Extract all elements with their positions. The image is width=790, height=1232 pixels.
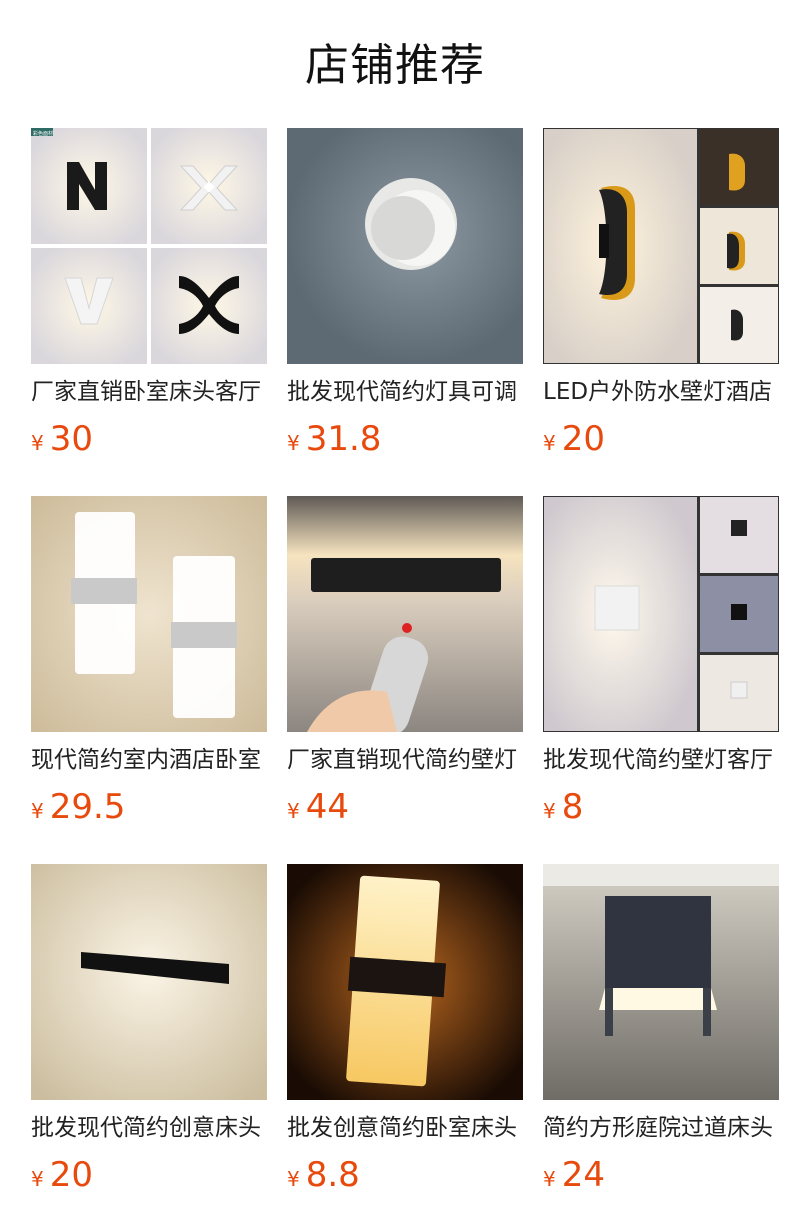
- product-image[interactable]: [287, 128, 523, 364]
- price-amount: 24: [561, 1155, 605, 1195]
- price-amount: 20: [49, 1155, 93, 1195]
- product-price: ¥30: [31, 418, 93, 460]
- price-amount: 31.8: [305, 419, 382, 459]
- product-card[interactable]: 批发创意简约卧室床头 ¥8.8: [287, 864, 523, 1204]
- product-title[interactable]: 简约方形庭院过道床头: [543, 1110, 779, 1146]
- product-title[interactable]: 厂家直销现代简约壁灯: [287, 742, 523, 778]
- product-card[interactable]: 批发现代简约创意床头 ¥20: [31, 864, 267, 1204]
- product-price: ¥20: [543, 418, 605, 460]
- product-card[interactable]: 厂家直销现代简约壁灯 ¥44: [287, 496, 523, 836]
- currency-symbol: ¥: [287, 799, 300, 823]
- product-price: ¥8: [543, 786, 583, 828]
- product-image[interactable]: [543, 128, 779, 364]
- product-price: ¥44: [287, 786, 349, 828]
- product-image[interactable]: 彩色面材: [31, 128, 267, 364]
- price-amount: 8.8: [305, 1155, 360, 1195]
- currency-symbol: ¥: [543, 1167, 556, 1191]
- product-card[interactable]: LED户外防水壁灯酒店 ¥20: [543, 128, 779, 468]
- product-image[interactable]: [287, 864, 523, 1100]
- product-image[interactable]: [287, 496, 523, 732]
- product-card[interactable]: 现代简约室内酒店卧室 ¥29.5: [31, 496, 267, 836]
- product-image[interactable]: [31, 496, 267, 732]
- currency-symbol: ¥: [543, 431, 556, 455]
- product-title[interactable]: 批发现代简约壁灯客厅: [543, 742, 779, 778]
- product-title[interactable]: 批发现代简约创意床头: [31, 1110, 267, 1146]
- price-amount: 29.5: [49, 787, 126, 827]
- currency-symbol: ¥: [31, 799, 44, 823]
- product-card[interactable]: 批发现代简约灯具可调 ¥31.8: [287, 128, 523, 468]
- product-image[interactable]: [543, 864, 779, 1100]
- page-title: 店铺推荐: [305, 40, 485, 91]
- price-amount: 30: [49, 419, 93, 459]
- currency-symbol: ¥: [31, 431, 44, 455]
- product-price: ¥8.8: [287, 1154, 360, 1196]
- product-price: ¥20: [31, 1154, 93, 1196]
- product-card[interactable]: 彩色面材 厂家直销卧室床头客厅 ¥30: [31, 128, 267, 468]
- svg-text:彩色面材: 彩色面材: [33, 130, 53, 137]
- product-title[interactable]: 厂家直销卧室床头客厅: [31, 374, 267, 410]
- price-amount: 20: [561, 419, 605, 459]
- currency-symbol: ¥: [543, 799, 556, 823]
- product-image[interactable]: [543, 496, 779, 732]
- price-amount: 8: [561, 787, 584, 827]
- product-title[interactable]: 现代简约室内酒店卧室: [31, 742, 267, 778]
- product-price: ¥24: [543, 1154, 605, 1196]
- price-amount: 44: [305, 787, 349, 827]
- currency-symbol: ¥: [287, 431, 300, 455]
- product-price: ¥31.8: [287, 418, 381, 460]
- product-card[interactable]: 批发现代简约壁灯客厅 ¥8: [543, 496, 779, 836]
- currency-symbol: ¥: [287, 1167, 300, 1191]
- currency-symbol: ¥: [31, 1167, 44, 1191]
- product-image[interactable]: [31, 864, 267, 1100]
- product-price: ¥29.5: [31, 786, 125, 828]
- product-title[interactable]: 批发现代简约灯具可调: [287, 374, 523, 410]
- product-card[interactable]: 简约方形庭院过道床头 ¥24: [543, 864, 779, 1204]
- product-title[interactable]: LED户外防水壁灯酒店: [543, 374, 779, 410]
- product-title[interactable]: 批发创意简约卧室床头: [287, 1110, 523, 1146]
